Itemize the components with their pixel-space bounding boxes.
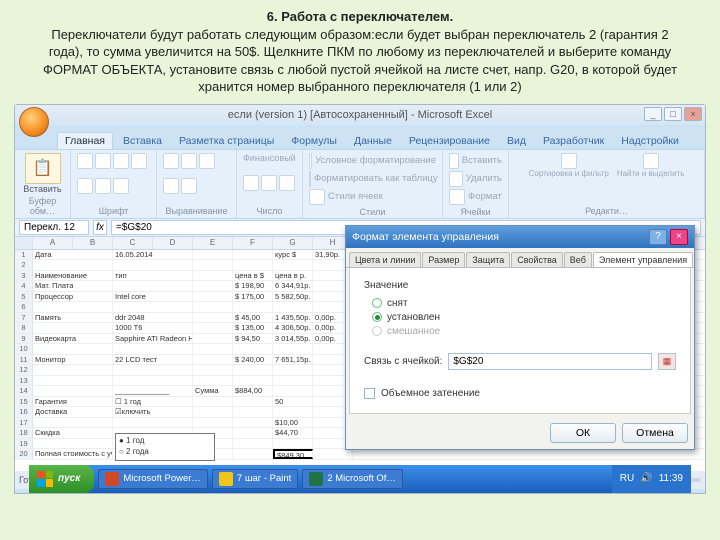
- window-title: если (version 1) [Автосохраненный] - Mic…: [228, 109, 492, 121]
- number-format[interactable]: Финансовый: [243, 153, 296, 163]
- shading-label: Объемное затенение: [381, 388, 480, 399]
- start-button[interactable]: пуск: [29, 465, 94, 493]
- shading-checkbox[interactable]: [364, 388, 375, 399]
- font-color-button[interactable]: [113, 178, 129, 194]
- align-label: Выравнивание: [163, 206, 230, 216]
- instruction-body: Переключатели будут работать следующим о…: [43, 27, 677, 95]
- ribbon: 📋 Вставить Буфер обм… Шрифт Выравнивание…: [15, 149, 705, 219]
- tab-view[interactable]: Вид: [500, 133, 533, 149]
- task-office[interactable]: 2 Microsoft Of…: [302, 469, 403, 489]
- tab-review[interactable]: Рецензирование: [402, 133, 497, 149]
- delete-cells-button[interactable]: Удалить: [449, 171, 502, 187]
- task-paint[interactable]: 7 шаг - Paint: [212, 469, 298, 489]
- font-label: Шрифт: [77, 206, 150, 216]
- dlg-tab-protect[interactable]: Защита: [466, 252, 510, 267]
- radio-mixed: смешанное: [372, 326, 676, 337]
- radio-unset[interactable]: снят: [372, 298, 676, 309]
- windows-logo-icon: [37, 471, 53, 487]
- dlg-tab-size[interactable]: Размер: [422, 252, 465, 267]
- instruction-block: 6. Работа с переключателем. Переключател…: [0, 0, 720, 100]
- warranty-radio-group[interactable]: ● 1 год ○ 2 года: [115, 433, 215, 461]
- ok-button[interactable]: ОК: [550, 423, 616, 443]
- minimize-button[interactable]: _: [644, 107, 662, 121]
- tab-addins[interactable]: Надстройки: [614, 133, 686, 149]
- dialog-help-button[interactable]: ?: [649, 229, 667, 245]
- number-label: Число: [243, 206, 296, 216]
- underline-button[interactable]: [113, 153, 129, 169]
- edit-label: Редакти…: [515, 206, 698, 216]
- radio-1year[interactable]: ● 1 год: [119, 435, 211, 446]
- border-button[interactable]: [77, 178, 93, 194]
- radio-set[interactable]: установлен: [372, 312, 676, 323]
- close-button[interactable]: ×: [684, 107, 702, 121]
- cancel-button[interactable]: Отмена: [622, 423, 688, 443]
- powerpoint-icon: [105, 472, 119, 486]
- excel-window: если (version 1) [Автосохраненный] - Mic…: [14, 104, 706, 494]
- align-left-button[interactable]: [163, 153, 179, 169]
- task-powerpoint[interactable]: Microsoft Power…: [98, 469, 208, 489]
- dlg-tab-colors[interactable]: Цвета и линии: [349, 252, 421, 267]
- insert-cells-button[interactable]: Вставить: [449, 153, 502, 169]
- tab-developer[interactable]: Разработчик: [536, 133, 611, 149]
- dlg-tab-web[interactable]: Веб: [564, 252, 592, 267]
- cell-styles-button[interactable]: Стили ячеек: [309, 189, 436, 205]
- dialog-title: Формат элемента управления: [352, 231, 499, 243]
- radio-2year[interactable]: ○ 2 года: [119, 446, 211, 457]
- paste-button[interactable]: 📋: [25, 153, 61, 184]
- styles-label: Стили: [309, 207, 436, 217]
- name-box[interactable]: Перекл. 12: [19, 220, 89, 235]
- sort-button[interactable]: Сортировка и фильтр: [529, 169, 609, 178]
- comma-button[interactable]: [279, 175, 295, 191]
- restore-button[interactable]: □: [664, 107, 682, 121]
- clipboard-label: Буфер обм…: [21, 196, 64, 216]
- format-control-dialog: Формат элемента управления ? × Цвета и л…: [345, 225, 695, 450]
- percent-button[interactable]: [261, 175, 277, 191]
- fill-button[interactable]: [95, 178, 111, 194]
- format-table-button[interactable]: Форматировать как таблицу: [309, 171, 436, 187]
- dlg-tab-control[interactable]: Элемент управления: [593, 252, 693, 267]
- italic-button[interactable]: [95, 153, 111, 169]
- tab-insert[interactable]: Вставка: [116, 133, 169, 149]
- cond-format-button[interactable]: Условное форматирование: [309, 153, 436, 169]
- instruction-title: 6. Работа с переключателем.: [267, 9, 453, 24]
- tab-home[interactable]: Главная: [57, 132, 113, 149]
- paste-label: Вставить: [21, 184, 64, 194]
- office-button[interactable]: [19, 107, 49, 137]
- align-center-button[interactable]: [181, 153, 197, 169]
- tray-volume-icon[interactable]: 🔊: [640, 473, 652, 484]
- ribbon-tabs: Главная Вставка Разметка страницы Формул…: [15, 131, 705, 149]
- tab-layout[interactable]: Разметка страницы: [172, 133, 281, 149]
- fx-button[interactable]: fx: [93, 220, 107, 235]
- bold-button[interactable]: [77, 153, 93, 169]
- font-size-button[interactable]: [131, 153, 147, 169]
- range-picker-button[interactable]: ▦: [658, 353, 676, 370]
- tab-data[interactable]: Данные: [347, 133, 399, 149]
- find-button[interactable]: Найти и выделить: [617, 169, 685, 178]
- cell-link-input[interactable]: [448, 353, 652, 370]
- dialog-close-button[interactable]: ×: [670, 229, 688, 245]
- titlebar: если (version 1) [Автосохраненный] - Mic…: [15, 105, 705, 125]
- merge-button[interactable]: [181, 178, 197, 194]
- taskbar: пуск Microsoft Power… 7 шаг - Paint 2 Mi…: [29, 465, 691, 493]
- cells-label: Ячейки: [449, 207, 502, 217]
- currency-button[interactable]: [243, 175, 259, 191]
- wrap-button[interactable]: [163, 178, 179, 194]
- value-group-label: Значение: [364, 280, 676, 291]
- paint-icon: [219, 472, 233, 486]
- cell-link-label: Связь с ячейкой:: [364, 356, 442, 367]
- align-right-button[interactable]: [199, 153, 215, 169]
- excel-icon: [309, 472, 323, 486]
- format-cells-button[interactable]: Формат: [449, 189, 502, 205]
- tab-formulas[interactable]: Формулы: [284, 133, 344, 149]
- tray-lang[interactable]: RU: [620, 473, 634, 484]
- dlg-tab-props[interactable]: Свойства: [511, 252, 563, 267]
- tray-clock: 11:39: [659, 473, 683, 484]
